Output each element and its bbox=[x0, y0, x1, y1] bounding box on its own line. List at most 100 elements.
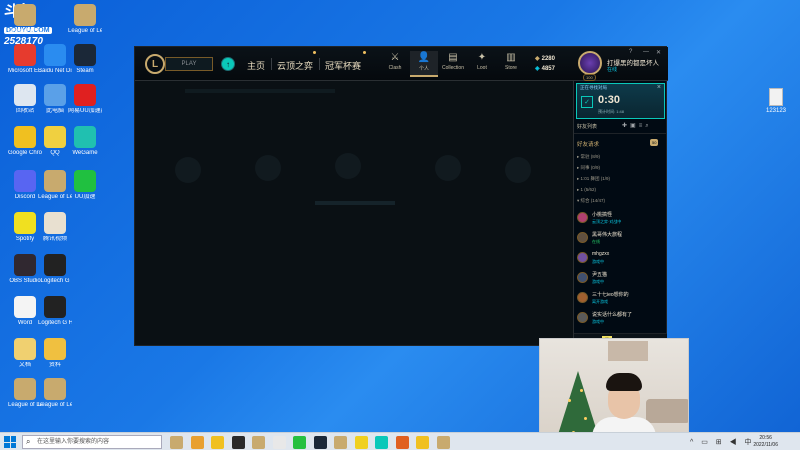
nav-clash[interactable]: 冠军杯赛 bbox=[325, 59, 361, 72]
nav-divider bbox=[271, 58, 272, 70]
friend-list-item[interactable]: 小桃搞怪 云顶之弈·对战中 bbox=[576, 209, 664, 229]
nav-home[interactable]: 主页 bbox=[247, 59, 265, 72]
collection-icon-button[interactable]: ▤ Collection bbox=[439, 51, 467, 77]
desktop-icon[interactable]: Microsoft E... bbox=[8, 44, 42, 75]
desktop-icon[interactable]: Logitech G HUB bbox=[38, 296, 72, 327]
taskbar-search-box[interactable]: ⌕ 在这里输入你要搜索的内容 bbox=[22, 435, 162, 449]
faded-emblem bbox=[175, 157, 201, 183]
desktop-icon[interactable]: OBS Studio bbox=[8, 254, 42, 285]
desktop-icon[interactable]: League of Legends bbox=[38, 378, 72, 409]
arrow-up-icon[interactable]: ↑ bbox=[221, 57, 235, 71]
tree-light bbox=[580, 389, 583, 392]
system-tray-icons[interactable]: ^ ▭ ⊞ ◀ 中 bbox=[690, 437, 755, 447]
friend-group[interactable]: ▾ 综合 (14/47) bbox=[577, 198, 605, 204]
desktop-icons: Legend of Legends League of Legends Micros… bbox=[0, 0, 102, 420]
desktop-icon[interactable]: 回收站 bbox=[8, 84, 42, 115]
player-avatar[interactable] bbox=[578, 51, 602, 75]
queue-title: 正在寻找对局 bbox=[580, 85, 607, 90]
taskbar-clock[interactable]: 20:56 2022/11/06 bbox=[753, 435, 778, 449]
app-icon bbox=[14, 44, 36, 66]
desktop-icon[interactable]: League of Legends bbox=[68, 4, 102, 35]
close-button[interactable]: ✕ bbox=[656, 49, 661, 56]
taskbar-app-icon[interactable] bbox=[416, 436, 429, 449]
desktop-icon[interactable]: 腾讯视频 bbox=[38, 212, 72, 243]
taskbar-search-placeholder: 在这里输入你要搜索的内容 bbox=[37, 439, 110, 445]
loot-icon-button[interactable]: ✦ Loot bbox=[468, 51, 496, 77]
desktop-icon[interactable]: League of Legends bbox=[8, 378, 42, 409]
friend-avatar bbox=[577, 252, 588, 263]
app-icon bbox=[14, 126, 36, 148]
taskbar-app-icon[interactable] bbox=[272, 436, 286, 449]
taskbar-app-icon[interactable] bbox=[211, 436, 224, 449]
search-icon[interactable]: ⌕ bbox=[645, 123, 651, 129]
nav-tft[interactable]: 云顶之弈 bbox=[277, 59, 313, 72]
folder-icon[interactable]: ▣ bbox=[630, 123, 639, 129]
desktop-icon-label: 腾讯视频 bbox=[42, 236, 67, 242]
desktop-icon[interactable]: Word bbox=[8, 296, 42, 327]
app-icon bbox=[14, 4, 36, 26]
taskbar-app-icon[interactable] bbox=[354, 436, 368, 449]
friend-group[interactable]: ▸ 同事 (0/9) bbox=[577, 165, 600, 171]
app-icon bbox=[44, 378, 66, 400]
taskbar-date: 2022/11/06 bbox=[753, 442, 778, 448]
app-icon bbox=[44, 338, 66, 360]
store-icon-button[interactable]: ▥ Store bbox=[497, 51, 525, 77]
friend-list-item[interactable]: 黑哥伟大旅程 在线 bbox=[576, 229, 664, 249]
friend-list-item[interactable]: 说实话什么都有了 游戏中 bbox=[576, 309, 664, 329]
desktop-file-123123[interactable]: 123123 bbox=[762, 88, 790, 114]
desktop-icon[interactable]: Spotify bbox=[8, 212, 42, 243]
desktop-icon[interactable]: Google Chrome bbox=[8, 126, 42, 157]
taskbar-app-icon[interactable] bbox=[395, 436, 409, 449]
desktop-icon[interactable]: Discord bbox=[8, 170, 42, 201]
desktop-icon-label: Google Chrome bbox=[8, 150, 42, 156]
clash-icon-button[interactable]: ⚔ Clash bbox=[381, 51, 409, 77]
currency-display[interactable]: ◆ 2280 ◈ 4857 bbox=[535, 54, 555, 74]
taskbar-app-icon[interactable] bbox=[313, 436, 327, 449]
friend-list-item[interactable]: mhgzxx 游戏中 bbox=[576, 249, 664, 269]
taskbar-app-icon[interactable] bbox=[293, 436, 306, 449]
desktop-icon[interactable]: League of Legends bbox=[38, 170, 72, 201]
desktop-icon[interactable]: 网易UU加速器 bbox=[68, 84, 102, 115]
app-icon bbox=[44, 170, 66, 192]
friend-group[interactable]: ▸ 1:01 舞团 (1/9) bbox=[577, 176, 610, 182]
app-icon bbox=[14, 84, 36, 106]
help-button[interactable]: ? bbox=[629, 49, 632, 55]
player-status[interactable]: 在线 bbox=[607, 66, 617, 73]
desktop-icon[interactable]: WeGame bbox=[68, 126, 102, 157]
profile-icon-button[interactable]: 👤 个人 bbox=[410, 51, 438, 77]
divider bbox=[574, 133, 667, 134]
friend-list-item[interactable]: 三十七ieo想你的 离开游戏 bbox=[576, 289, 664, 309]
queue-timer-panel[interactable]: 正在寻找对局 × ✓ 0:30 预计时间: 1:48 bbox=[576, 83, 665, 119]
taskbar-app-icon[interactable] bbox=[436, 436, 450, 449]
friend-requests-row[interactable]: 好友请求 bbox=[577, 140, 599, 148]
desktop-icon[interactable]: Legend of Legends bbox=[8, 4, 42, 35]
desktop-icon[interactable]: Steam bbox=[68, 44, 102, 75]
friend-group[interactable]: ▸ 常驻 (8/9) bbox=[577, 154, 600, 160]
friend-group[interactable]: ▸ 1 (5/62) bbox=[577, 187, 596, 193]
desktop-icon[interactable]: 文档 bbox=[8, 338, 42, 369]
minimize-button[interactable]: — bbox=[643, 49, 649, 55]
taskbar-app-icon[interactable] bbox=[231, 436, 245, 449]
desktop-icon[interactable]: 此电脑 bbox=[38, 84, 72, 115]
desktop-icon[interactable]: Baidu Net Disk bbox=[38, 44, 72, 75]
desktop-icon[interactable]: QQ bbox=[38, 126, 72, 157]
queue-mode-icon: ✓ bbox=[581, 96, 593, 108]
play-button[interactable]: PLAY bbox=[165, 57, 213, 71]
taskbar-app-icon[interactable] bbox=[190, 436, 204, 449]
taskbar-app-icon[interactable] bbox=[375, 436, 388, 449]
desktop-icon[interactable]: Logitech G bbox=[38, 254, 72, 285]
taskbar-app-icon[interactable] bbox=[170, 436, 183, 449]
friend-list-item[interactable]: 尹五猫 游戏中 bbox=[576, 269, 664, 289]
windows-start-icon[interactable] bbox=[4, 436, 16, 448]
friend-status: 游戏中 bbox=[592, 319, 604, 324]
cancel-queue-button[interactable]: × bbox=[657, 84, 661, 91]
desktop-icon[interactable]: 资料 bbox=[38, 338, 72, 369]
topicon-label: Loot bbox=[477, 65, 487, 71]
desktop-icon[interactable]: UU加速 bbox=[68, 170, 102, 201]
taskbar-app-icon[interactable] bbox=[334, 436, 347, 449]
add-friend-icon[interactable]: ✚ bbox=[622, 123, 630, 129]
desktop-icon-label: 网易UU加速器 bbox=[68, 108, 102, 114]
league-logo-icon[interactable]: L bbox=[145, 54, 165, 74]
friend-avatar bbox=[577, 232, 588, 243]
taskbar-app-icon[interactable] bbox=[252, 436, 265, 449]
